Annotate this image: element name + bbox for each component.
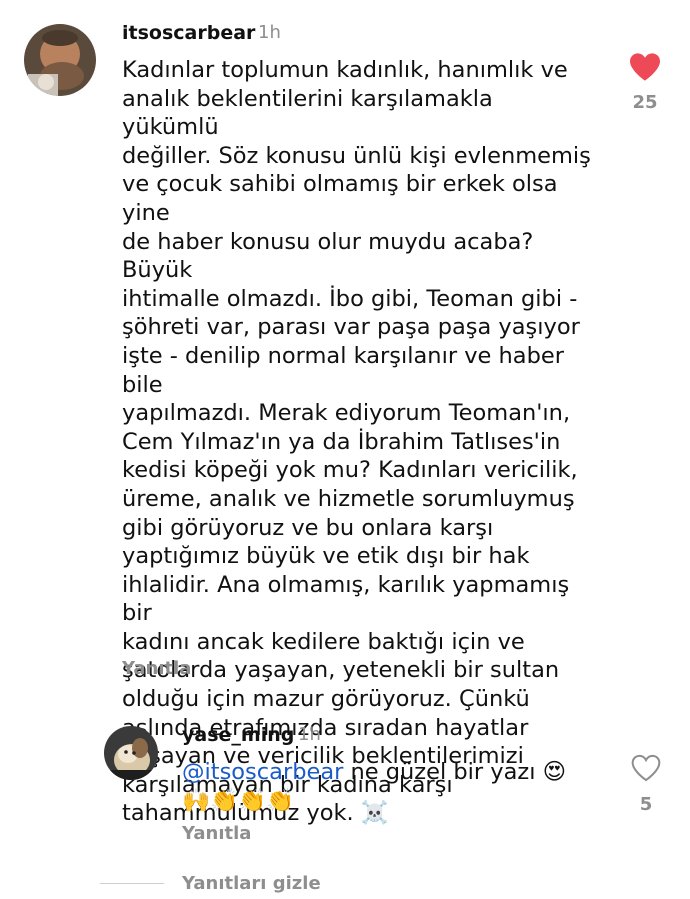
comment-timestamp: 1h xyxy=(258,22,281,43)
avatar-image xyxy=(104,726,158,780)
hide-replies-divider xyxy=(100,883,164,884)
avatar-yase-ming[interactable] xyxy=(104,726,158,780)
mention-link[interactable]: @itsoscarbear xyxy=(182,759,343,785)
heart-filled-icon xyxy=(630,53,660,81)
reply-body: ne güzel bir yazı 😍 xyxy=(343,759,567,785)
reply-timestamp: 1h xyxy=(298,724,321,745)
comment-username[interactable]: itsoscarbear xyxy=(122,22,255,44)
comment-body: Kadınlar toplumun kadınlık, hanımlık ve … xyxy=(122,57,591,827)
heart-outline-icon xyxy=(631,754,661,782)
reply-button[interactable]: Yanıtla xyxy=(122,658,191,679)
avatar-image xyxy=(24,24,96,96)
reply-like-button[interactable] xyxy=(630,754,662,782)
like-count: 25 xyxy=(632,92,658,113)
reply-reply-button[interactable]: Yanıtla xyxy=(182,823,251,844)
reply-text: @itsoscarbear ne güzel bir yazı 😍 🙌👏👏👏 xyxy=(182,758,592,815)
like-button[interactable] xyxy=(628,52,662,82)
reply-emojis: 🙌👏👏👏 xyxy=(182,787,295,814)
avatar-itsoscarbear[interactable] xyxy=(24,24,96,96)
comment-text: Kadınlar toplumun kadınlık, hanımlık ve … xyxy=(122,56,592,828)
hide-replies-button[interactable]: Yanıtları gizle xyxy=(182,873,321,894)
reply-like-count: 5 xyxy=(639,794,653,815)
reply-username[interactable]: yase_ming xyxy=(182,724,294,746)
